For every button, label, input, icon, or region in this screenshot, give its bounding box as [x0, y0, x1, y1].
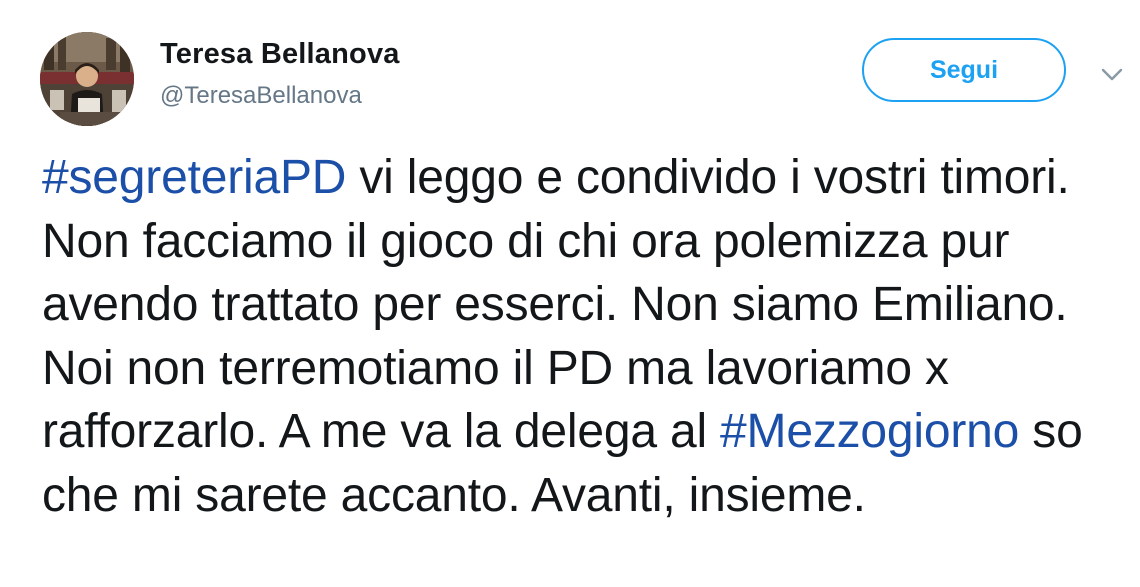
hashtag-link[interactable]: #Mezzogiorno — [720, 405, 1019, 458]
avatar[interactable] — [40, 32, 134, 126]
author-name[interactable]: Teresa Bellanova — [160, 38, 400, 71]
chevron-down-icon — [1101, 68, 1123, 81]
tweet-text: #segreteriaPD vi leggo e condivido i vos… — [42, 146, 1132, 527]
hashtag-link[interactable]: #segreteriaPD — [42, 151, 346, 204]
follow-button[interactable]: Segui — [862, 38, 1066, 102]
profile-photo-icon — [40, 32, 134, 126]
more-options-button[interactable] — [1098, 64, 1126, 84]
tweet-card: Teresa Bellanova @TeresaBellanova Segui … — [0, 0, 1140, 587]
author-handle[interactable]: @TeresaBellanova — [160, 82, 362, 110]
